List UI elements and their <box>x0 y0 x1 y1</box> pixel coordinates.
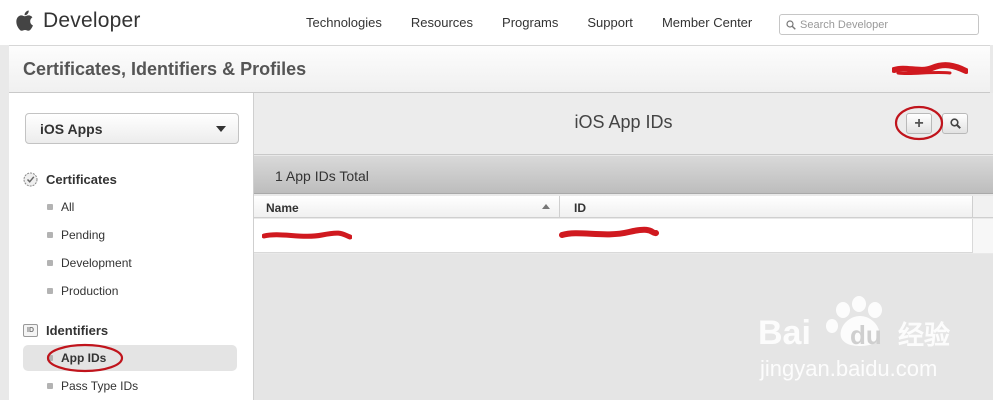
baidu-watermark: Bai du 经验 jingyan.baidu.com <box>758 296 950 381</box>
bullet-icon <box>47 204 53 210</box>
nav-link-technologies[interactable]: Technologies <box>306 15 382 30</box>
certificate-seal-icon <box>23 172 38 187</box>
table-row-filler <box>972 219 993 253</box>
nav-link-member-center[interactable]: Member Center <box>662 15 752 30</box>
column-header-name[interactable]: Name <box>266 201 299 215</box>
search-input[interactable] <box>800 18 978 31</box>
redacted-id-scribble <box>559 226 659 238</box>
sort-ascending-icon[interactable] <box>542 204 550 209</box>
table-header: Name ID <box>254 196 972 218</box>
platform-select-value: iOS Apps <box>40 121 103 137</box>
sidebar-item-all[interactable]: All <box>23 194 237 220</box>
sidebar-item-development[interactable]: Development <box>23 250 237 276</box>
nav-link-programs[interactable]: Programs <box>502 15 558 30</box>
sidebar: iOS Apps Certificates All Pending Develo… <box>9 93 254 400</box>
apple-logo-icon <box>16 10 33 31</box>
bullet-icon <box>47 288 53 294</box>
section-identifiers: ID Identifiers <box>23 323 108 338</box>
nav-link-support[interactable]: Support <box>587 15 633 30</box>
nav-link-resources[interactable]: Resources <box>411 15 473 30</box>
table-header-filler <box>972 196 993 218</box>
column-divider <box>559 196 560 218</box>
nav-links: Technologies Resources Programs Support … <box>306 15 781 30</box>
annotation-circle-app-ids <box>46 343 124 373</box>
watermark-brand-right: du <box>850 320 882 350</box>
brand[interactable]: Developer <box>13 8 141 33</box>
annotation-circle-add-button <box>894 105 944 141</box>
header-bar: Certificates, Identifiers & Profiles <box>9 45 990 93</box>
bullet-icon <box>47 383 53 389</box>
total-bar: 1 App IDs Total <box>254 156 993 194</box>
redacted-name-scribble <box>262 230 352 240</box>
sidebar-item-label: All <box>61 200 75 214</box>
sidebar-item-production[interactable]: Production <box>23 278 237 304</box>
platform-select[interactable]: iOS Apps <box>25 113 239 144</box>
main-header: iOS App IDs + <box>254 93 993 155</box>
watermark-brand-cn: 经验 <box>898 320 950 350</box>
search-box[interactable] <box>779 14 979 35</box>
sidebar-item-label: Pending <box>61 228 106 242</box>
chevron-down-icon <box>216 126 226 132</box>
total-count: 1 App IDs Total <box>275 168 369 184</box>
watermark-brand-left: Bai <box>758 314 811 352</box>
search-icon <box>786 19 796 30</box>
watermark-url: jingyan.baidu.com <box>759 356 937 381</box>
section-certificates: Certificates <box>23 172 117 187</box>
column-header-id[interactable]: ID <box>574 201 586 215</box>
sidebar-item-label: Development <box>61 256 132 270</box>
sidebar-item-pass-type-ids[interactable]: Pass Type IDs <box>23 373 237 399</box>
page-title: Certificates, Identifiers & Profiles <box>23 59 307 79</box>
sidebar-item-pending[interactable]: Pending <box>23 222 237 248</box>
main-title: iOS App IDs <box>574 112 673 132</box>
brand-name: Developer <box>43 8 141 32</box>
bullet-icon <box>47 260 53 266</box>
top-navigation: Developer Technologies Resources Program… <box>0 0 993 45</box>
id-card-icon: ID <box>23 324 38 337</box>
table-row[interactable] <box>254 219 972 253</box>
search-app-ids-button[interactable] <box>942 113 968 134</box>
redacted-user-scribble <box>892 62 968 76</box>
search-icon <box>949 118 961 129</box>
sidebar-item-label: Pass Type IDs <box>61 379 139 393</box>
section-identifiers-label: Identifiers <box>46 323 109 338</box>
sidebar-item-label: Production <box>61 284 119 298</box>
section-certificates-label: Certificates <box>46 172 117 187</box>
bullet-icon <box>47 232 53 238</box>
